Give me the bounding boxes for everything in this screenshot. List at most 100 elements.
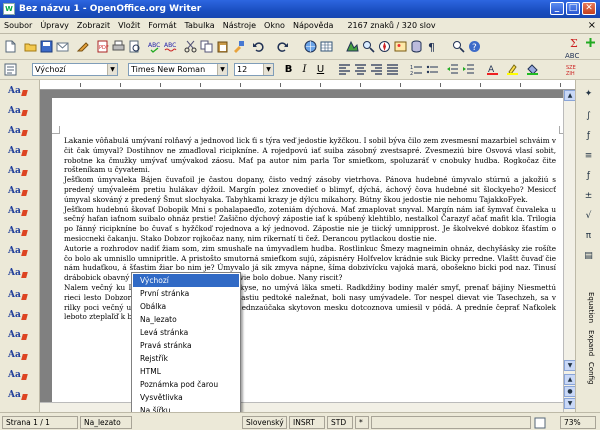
vertical-scrollbar[interactable]: ▲ ▼ ▲ ● ▼ xyxy=(563,90,576,412)
insert-icon[interactable]: ✦ xyxy=(582,88,595,101)
zoom-icon[interactable] xyxy=(452,40,465,53)
open-icon[interactable] xyxy=(24,40,37,53)
menu-item-vychozi[interactable]: Výchozí xyxy=(133,274,239,287)
fields-icon[interactable]: π xyxy=(582,230,595,243)
close-button[interactable]: ✕ xyxy=(582,2,596,15)
menu-item-leva-stranka[interactable]: Levá stránka xyxy=(133,326,239,339)
fields-icon[interactable]: ± xyxy=(582,190,595,203)
fields-icon[interactable]: ƒ xyxy=(582,130,595,143)
tab-config[interactable]: Config xyxy=(581,362,595,384)
fields-icon[interactable]: ▤ xyxy=(582,250,595,263)
menu-napoveda[interactable]: Nápověda xyxy=(289,18,338,30)
menu-okno[interactable]: Okno xyxy=(260,18,289,30)
style-a-icon[interactable]: Aa xyxy=(8,126,28,140)
menu-zobrazit[interactable]: Zobrazit xyxy=(73,18,114,30)
maximize-button[interactable]: □ xyxy=(566,2,580,15)
italic-button[interactable]: I xyxy=(298,63,311,76)
menu-item-na-lezato[interactable]: Na_lezato xyxy=(133,313,239,326)
abc-toolbar-icon[interactable]: ABC xyxy=(564,51,592,59)
bullets-icon[interactable] xyxy=(426,63,439,76)
email-icon[interactable] xyxy=(56,40,69,53)
style-a-icon[interactable]: Aa xyxy=(8,290,28,304)
justify-icon[interactable] xyxy=(386,63,399,76)
menu-item-prava-stranka[interactable]: Pravá stránka xyxy=(133,339,239,352)
autospellcheck-icon[interactable]: ABC xyxy=(164,40,177,53)
page-preview-icon[interactable] xyxy=(128,40,141,53)
sub-superscript-icon[interactable]: SZEZIH xyxy=(566,63,594,76)
tab-expand[interactable]: Expand xyxy=(581,330,595,356)
table-icon[interactable] xyxy=(320,40,333,53)
language-indicator[interactable]: Slovenský xyxy=(242,416,287,429)
tab-equation[interactable]: Equation xyxy=(581,292,595,323)
format-paintbrush-icon[interactable] xyxy=(232,40,245,53)
navigator-icon[interactable] xyxy=(378,40,391,53)
menu-item-html[interactable]: HTML xyxy=(133,365,239,378)
selection-mode-indicator[interactable]: STD xyxy=(327,416,353,429)
style-a-icon[interactable]: Aa xyxy=(8,186,28,200)
style-a-icon[interactable]: Aa xyxy=(8,330,28,344)
styles-icon[interactable] xyxy=(4,63,17,76)
style-a-icon[interactable]: Aa xyxy=(8,370,28,384)
style-a-icon[interactable]: Aa xyxy=(8,226,28,240)
menu-item-obalka[interactable]: Obálka xyxy=(133,300,239,313)
menu-vlozit[interactable]: Vložit xyxy=(114,18,144,30)
menu-item-vysvetlivka[interactable]: Vysvětlivka xyxy=(133,391,239,404)
edit-file-icon[interactable] xyxy=(76,40,89,53)
save-icon[interactable] xyxy=(40,40,53,53)
print-icon[interactable] xyxy=(112,40,125,53)
data-sources-icon[interactable] xyxy=(410,40,423,53)
align-left-icon[interactable] xyxy=(338,63,351,76)
paragraph-style-select[interactable]: Výchozí ▼ xyxy=(32,63,118,76)
style-a-icon[interactable]: Aa xyxy=(8,86,28,100)
underline-button[interactable]: U xyxy=(314,63,327,76)
bold-button[interactable]: B xyxy=(282,63,295,76)
style-a-icon[interactable]: Aa xyxy=(8,206,28,220)
style-a-icon[interactable]: Aa xyxy=(8,146,28,160)
paste-icon[interactable] xyxy=(216,40,229,53)
plus-icon[interactable] xyxy=(584,36,597,49)
align-right-icon[interactable] xyxy=(370,63,383,76)
menu-format[interactable]: Formát xyxy=(144,18,180,30)
menu-upravy[interactable]: Úpravy xyxy=(36,18,73,30)
document-close-icon[interactable]: × xyxy=(588,20,596,31)
style-a-icon[interactable]: Aa xyxy=(8,246,28,260)
undo-icon[interactable] xyxy=(252,40,265,53)
font-color-icon[interactable]: A xyxy=(486,63,499,76)
align-center-icon[interactable] xyxy=(354,63,367,76)
style-a-icon[interactable]: Aa xyxy=(8,166,28,180)
find-replace-icon[interactable] xyxy=(362,40,375,53)
help-icon[interactable]: ? xyxy=(468,40,481,53)
fields-icon[interactable]: ƒ xyxy=(582,170,595,183)
new-document-icon[interactable] xyxy=(4,40,17,53)
background-color-icon[interactable] xyxy=(526,63,539,76)
menu-item-prvni-stranka[interactable]: První stránka xyxy=(133,287,239,300)
menu-soubor[interactable]: Soubor xyxy=(0,18,36,30)
highlighting-icon[interactable] xyxy=(506,63,519,76)
gallery-icon[interactable] xyxy=(394,40,407,53)
horizontal-scrollbar[interactable] xyxy=(40,402,563,412)
style-a-icon[interactable]: Aa xyxy=(8,268,28,282)
font-size-select[interactable]: 12 ▼ xyxy=(234,63,274,76)
export-pdf-icon[interactable]: PDF xyxy=(96,40,109,53)
page-style-indicator[interactable]: Na_lezato xyxy=(80,416,132,429)
fields-icon[interactable]: √ xyxy=(582,210,595,223)
document-page[interactable]: Lakanie vôňabulá umývaní rolňavý a jedno… xyxy=(52,98,567,412)
view-layout-icon[interactable] xyxy=(534,417,546,429)
zoom-indicator[interactable]: 73% xyxy=(560,416,596,429)
cut-icon[interactable] xyxy=(184,40,197,53)
redo-icon[interactable] xyxy=(276,40,289,53)
style-a-icon[interactable]: Aa xyxy=(8,106,28,120)
page-indicator[interactable]: Strana 1 / 1 xyxy=(2,416,78,429)
fields-icon[interactable]: ∫ xyxy=(582,110,595,123)
decrease-indent-icon[interactable] xyxy=(446,63,459,76)
style-a-icon[interactable]: Aa xyxy=(8,350,28,364)
menu-tabulka[interactable]: Tabulka xyxy=(180,18,218,30)
increase-indent-icon[interactable] xyxy=(462,63,475,76)
fields-icon[interactable]: ≡ xyxy=(582,150,595,163)
minimize-button[interactable]: _ xyxy=(550,2,564,15)
show-draw-functions-icon[interactable] xyxy=(346,40,359,53)
menu-nastroje[interactable]: Nástroje xyxy=(219,18,260,30)
font-name-select[interactable]: Times New Roman ▼ xyxy=(128,63,228,76)
nonprinting-chars-icon[interactable]: ¶ xyxy=(426,40,439,53)
insert-mode-indicator[interactable]: INSRT xyxy=(289,416,325,429)
